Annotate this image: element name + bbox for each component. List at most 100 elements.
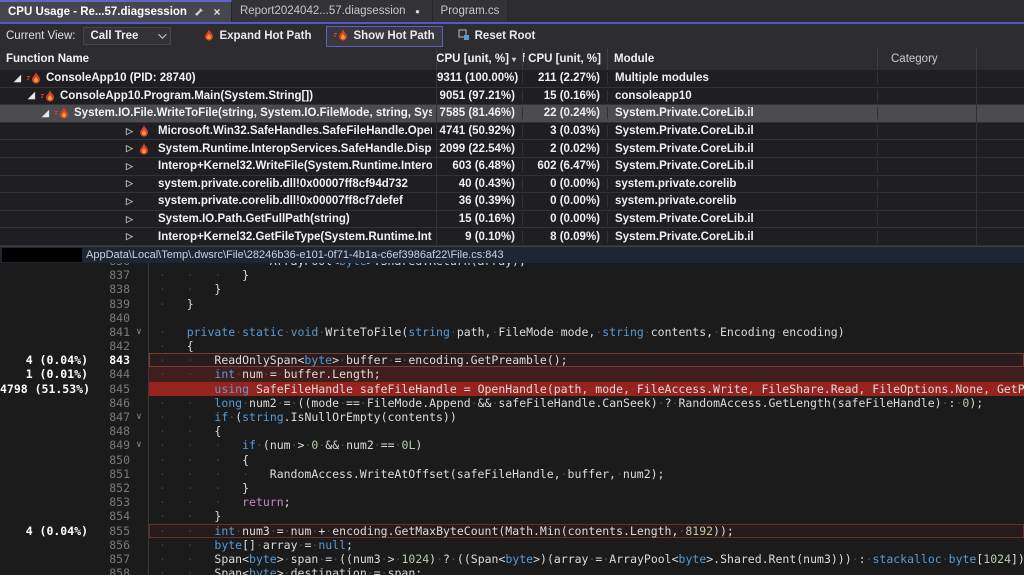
- tree-expand-icon[interactable]: ▷: [124, 214, 135, 225]
- fold-chevron-icon[interactable]: ∨: [130, 325, 148, 339]
- document-tab-2[interactable]: Report2024042...57.diagsession ●: [231, 0, 433, 22]
- line-number: 858: [109, 566, 130, 575]
- code-line: 852 · · · }: [0, 480, 1024, 496]
- line-number: 837: [109, 268, 130, 283]
- module-value: System.Private.CoreLib.il: [608, 213, 878, 226]
- document-tab-3[interactable]: Program.cs: [432, 0, 509, 22]
- code-text: · · int·num3·=·num·+·encoding.GetMaxByte…: [148, 523, 1024, 538]
- table-row[interactable]: ◢ ConsoleApp10.Program.Main(System.String…: [0, 87, 1024, 106]
- cpu-heat-annotation: [0, 453, 92, 467]
- self-cpu-value: 0 (0.00%): [523, 177, 608, 190]
- tree-expand-icon[interactable]: ▷: [124, 161, 135, 172]
- code-line: 841 ∨ · private·static·void·WriteToFile(st…: [0, 324, 1024, 340]
- code-line: 1 (0.01%) 844 · · int·num·=·buffer.Length;: [0, 367, 1024, 382]
- expand-hot-path-button[interactable]: Expand Hot Path: [197, 27, 318, 46]
- category-value: [878, 228, 977, 245]
- total-cpu-value: 2099 (22.54%): [437, 142, 523, 155]
- table-row[interactable]: ▷ System.IO.Path.GetFullPath(string) 15 (0…: [0, 210, 1024, 229]
- line-number: 844: [109, 367, 130, 382]
- code-line: 858 · · Span<byte>·destination·=·span;: [0, 566, 1024, 575]
- flame-icon: [204, 28, 214, 41]
- source-code-editor[interactable]: 836· · · · ArrayPool<byte>.Shared.Return…: [0, 262, 1024, 575]
- function-name: Microsoft.Win32.SafeHandles.SafeFileHand…: [158, 125, 432, 138]
- module-value: system.private.corelib: [608, 195, 878, 208]
- category-value: [878, 140, 977, 157]
- total-cpu-value: 9 (0.10%): [437, 230, 523, 243]
- cpu-heat-annotation: [0, 410, 92, 424]
- view-select-value: Call Tree: [90, 30, 139, 42]
- column-header-self-cpu[interactable]: Self CPU [unit, %]: [523, 48, 608, 70]
- code-text: · · · return;: [148, 495, 1024, 510]
- self-cpu-value: 22 (0.24%): [523, 107, 608, 120]
- category-value: [878, 70, 977, 87]
- cpu-heat-annotation: [0, 495, 92, 509]
- function-name: system.private.corelib.dll!0x00007ff8cf9…: [158, 177, 408, 190]
- code-text: · · · }: [148, 480, 1024, 496]
- total-cpu-value: 7585 (81.46%): [437, 107, 523, 120]
- code-line: 854 · · }: [0, 509, 1024, 524]
- source-file-path-bar: AppData\Local\Temp\.dwsrc\File\28246b36-…: [0, 246, 1024, 263]
- cpu-heat-annotation: [0, 509, 92, 523]
- code-text: · · if·(string.IsNullOrEmpty(contents)): [148, 410, 1024, 425]
- code-text: · · · if·(num·>·0·&&·num2·==·0L): [148, 438, 1024, 453]
- cpu-heat-annotation: [0, 424, 92, 438]
- fold-margin: [130, 552, 148, 566]
- pin-icon[interactable]: [194, 7, 204, 17]
- table-row[interactable]: ▷ system.private.corelib.dll!0x00007ff8cf…: [0, 193, 1024, 211]
- table-row[interactable]: ▷ Interop+Kernel32.WriteFile(System.Runti…: [0, 157, 1024, 176]
- self-cpu-value: 15 (0.16%): [523, 89, 608, 102]
- tree-expand-icon[interactable]: ▷: [124, 196, 135, 207]
- tab-label: Program.cs: [440, 5, 500, 17]
- line-number: 847: [109, 410, 130, 424]
- module-value: System.Private.CoreLib.il: [608, 107, 878, 120]
- tree-collapse-icon[interactable]: ◢: [40, 108, 51, 119]
- reset-root-button[interactable]: Reset Root: [451, 27, 543, 46]
- table-row[interactable]: ◢ System.IO.File.WriteToFile(string, Syst…: [0, 105, 1024, 123]
- code-text: · · int·num·=·buffer.Length;: [148, 367, 1024, 382]
- table-row[interactable]: ▷ system.private.corelib.dll!0x00007ff8cf…: [0, 175, 1024, 194]
- code-line: 838 · · }: [0, 282, 1024, 297]
- code-text: · · byte[]·array·=·null;: [148, 537, 1024, 552]
- view-select-dropdown[interactable]: Call Tree: [83, 27, 172, 45]
- fold-margin: [130, 353, 148, 367]
- table-row[interactable]: ◢ ConsoleApp10 (PID: 28740) 9311 (100.00%)…: [0, 70, 1024, 88]
- tree-expand-icon[interactable]: ▷: [124, 231, 135, 242]
- function-name: System.Runtime.InteropServices.SafeHandl…: [158, 142, 432, 155]
- tab-label: CPU Usage - Re...57.diagsession: [8, 6, 187, 18]
- column-header-total-cpu[interactable]: Total CPU [unit, %]▾: [437, 48, 523, 70]
- document-tab-1[interactable]: CPU Usage - Re...57.diagsession ×: [0, 0, 232, 22]
- code-text: · · · · RandomAccess.WriteAtOffset(safeF…: [148, 466, 1024, 481]
- fold-margin: [130, 282, 148, 296]
- table-row[interactable]: ▷ Microsoft.Win32.SafeHandles.SafeFileHan…: [0, 122, 1024, 141]
- show-hot-path-button[interactable]: Show Hot Path: [326, 25, 443, 47]
- cpu-heat-annotation: [0, 282, 92, 296]
- code-text: · {: [148, 339, 1024, 354]
- code-line: 837 · · · }: [0, 268, 1024, 283]
- fold-chevron-icon[interactable]: ∨: [130, 438, 148, 452]
- column-header-category[interactable]: Category: [878, 48, 977, 70]
- module-value: Multiple modules: [608, 72, 878, 85]
- table-row[interactable]: ▷ Interop+Kernel32.GetFileType(System.Run…: [0, 228, 1024, 246]
- table-row[interactable]: ▷ System.Runtime.InteropServices.SafeHand…: [0, 140, 1024, 158]
- tree-expand-icon[interactable]: ▷: [124, 178, 135, 189]
- fold-margin: [130, 509, 148, 523]
- fold-margin: [130, 524, 148, 538]
- cpu-heat-annotation: [0, 566, 92, 575]
- code-line: 4798 (51.53%) 845 · · using·SafeFileHandle…: [0, 381, 1024, 396]
- code-line: 847 ∨ · · if·(string.IsNullOrEmpty(content…: [0, 410, 1024, 425]
- column-header-module[interactable]: Module: [608, 48, 878, 70]
- tree-collapse-icon[interactable]: ◢: [12, 73, 23, 84]
- category-value: [878, 122, 977, 140]
- line-number: 841: [109, 324, 130, 339]
- tree-expand-icon[interactable]: ▷: [124, 143, 135, 154]
- tree-collapse-icon[interactable]: ◢: [26, 90, 37, 101]
- code-text: · · {: [148, 424, 1024, 439]
- fold-chevron-icon[interactable]: ∨: [130, 410, 148, 424]
- cpu-usage-toolbar: Current View: Call Tree Expand Hot Path …: [0, 24, 1024, 48]
- close-icon[interactable]: ×: [213, 5, 220, 19]
- fold-margin: [130, 268, 148, 282]
- function-name: System.IO.File.WriteToFile(string, Syste…: [74, 107, 432, 120]
- code-line: 839 · }: [0, 296, 1024, 311]
- column-header-function-name[interactable]: Function Name: [0, 48, 437, 70]
- tree-expand-icon[interactable]: ▷: [124, 126, 135, 137]
